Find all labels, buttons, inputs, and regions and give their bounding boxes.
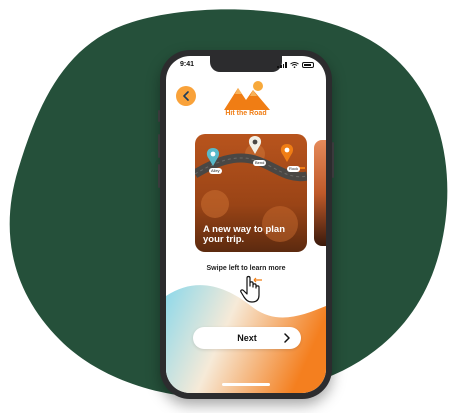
mountains-sun-icon bbox=[224, 81, 270, 110]
back-button[interactable] bbox=[176, 86, 196, 106]
volume-down-button bbox=[158, 164, 160, 188]
pin-label: Bend bbox=[253, 160, 267, 166]
silent-switch bbox=[158, 110, 160, 122]
status-icons bbox=[277, 62, 314, 68]
swipe-hand-icon bbox=[240, 275, 262, 303]
battery-icon bbox=[302, 62, 314, 68]
swipe-instruction: Swipe left to learn more bbox=[206, 265, 286, 272]
app-screen: 9:41 Hit the Road Alley Bend Rock A new … bbox=[166, 56, 326, 393]
next-card-peek[interactable] bbox=[314, 140, 326, 246]
phone-frame: 9:41 Hit the Road Alley Bend Rock A new … bbox=[158, 50, 334, 399]
chevron-left-icon bbox=[183, 91, 189, 101]
card-title: A new way to plan your trip. bbox=[203, 224, 285, 245]
status-time: 9:41 bbox=[180, 61, 195, 68]
onboarding-card[interactable]: Alley Bend Rock A new way to plan your t… bbox=[195, 134, 307, 252]
volume-up-button bbox=[158, 134, 160, 158]
camera-notch bbox=[210, 56, 282, 72]
signal-icon bbox=[277, 62, 287, 68]
pin-label: Alley bbox=[209, 168, 222, 174]
next-button[interactable]: Next bbox=[193, 327, 301, 349]
wifi-icon bbox=[290, 62, 299, 68]
pin-label: Rock bbox=[287, 166, 301, 172]
chevron-right-icon bbox=[284, 333, 290, 343]
home-indicator[interactable] bbox=[222, 383, 270, 386]
app-logo-text: Hit the Road bbox=[225, 110, 267, 117]
power-button bbox=[332, 142, 334, 178]
next-card-image bbox=[314, 140, 326, 246]
